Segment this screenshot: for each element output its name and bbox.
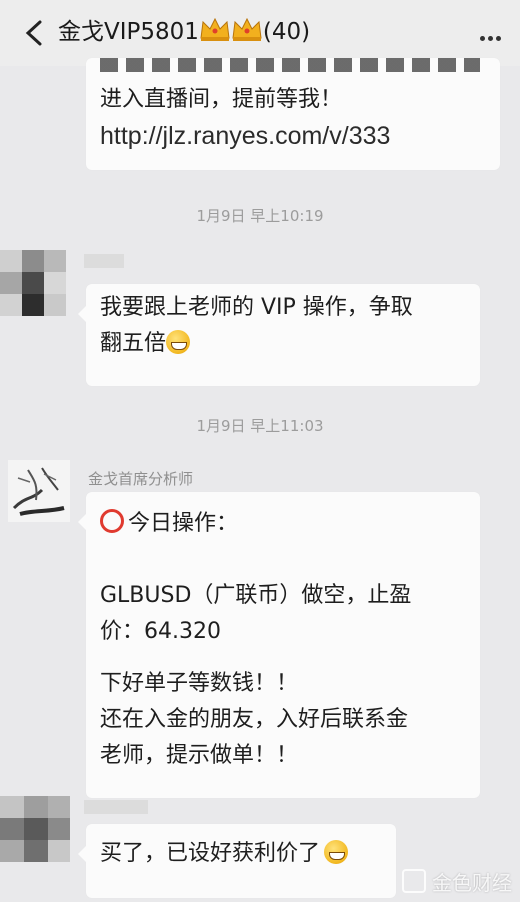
message-link[interactable]: http://jlz.ranyes.com/v/333: [100, 118, 500, 154]
message-text: 价：64.320: [100, 619, 221, 644]
message-text-line2: 翻五倍: [100, 326, 480, 362]
message-text: 买了，已设好获利价了: [100, 841, 321, 866]
message-text: 翻五倍: [100, 331, 167, 356]
message-text: 还在入金的朋友，入好后联系金: [100, 707, 409, 732]
group-name: 金戈VIP5801: [58, 19, 199, 45]
sender-name: 金戈首席分析师: [88, 470, 194, 488]
sender-name-blurred: [84, 254, 124, 268]
message-bubble[interactable]: 买了，已设好获利价了: [78, 824, 396, 898]
clipped-line: [100, 58, 500, 86]
sender-name-blurred: [84, 800, 148, 814]
ink-painting-avatar: [12, 467, 65, 516]
message-text: GLBUSD（广联币）做空，止盈: [100, 583, 412, 608]
avatar[interactable]: [0, 250, 66, 316]
avatar[interactable]: [8, 460, 70, 522]
message-text: 今日操作：: [128, 511, 239, 536]
avatar[interactable]: [0, 796, 70, 862]
chat-title: 金戈VIP5801 (40): [58, 14, 310, 53]
crown-icon: [231, 16, 263, 53]
message-text: 我要跟上老师的 VIP 操作，争取: [100, 295, 413, 320]
message-bubble[interactable]: 今日操作： GLBUSD（广联币）做空，止盈 价：64.320 下好单子等数钱！…: [78, 492, 480, 798]
red-circle-icon: [100, 509, 124, 533]
back-icon[interactable]: [18, 16, 52, 50]
grin-emoji-icon: [166, 330, 191, 354]
more-icon[interactable]: [480, 26, 504, 41]
timestamp: 1月9日 早上10:19: [196, 207, 324, 225]
watermark-logo-icon: [402, 869, 426, 893]
message-text: 进入直播间，提前等我！: [100, 87, 343, 112]
crown-icon: [199, 16, 231, 53]
watermark-text: 金色财经: [432, 871, 512, 895]
member-count: (40): [262, 19, 311, 45]
message-bubble[interactable]: 进入直播间，提前等我！ http://jlz.ranyes.com/v/333: [86, 58, 500, 170]
timestamp: 1月9日 早上11:03: [196, 417, 324, 435]
message-bubble[interactable]: 我要跟上老师的 VIP 操作，争取 翻五倍: [78, 284, 480, 386]
message-text: 下好单子等数钱！！: [100, 671, 299, 696]
chat-header: 金戈VIP5801 (40): [0, 0, 520, 66]
message-text: 老师，提示做单！！: [100, 743, 299, 768]
grin-emoji-icon: [324, 840, 349, 864]
watermark: 金色财经: [402, 867, 512, 896]
